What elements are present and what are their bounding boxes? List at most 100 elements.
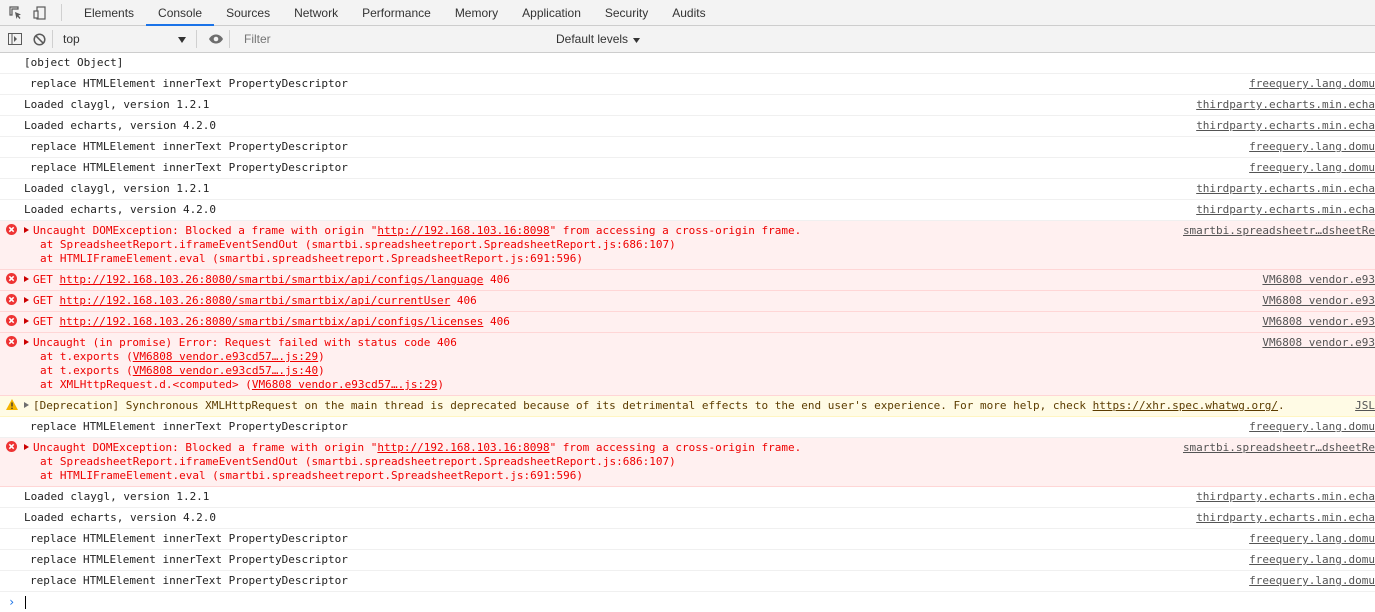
error-icon [6,224,18,236]
tab-sources[interactable]: Sources [214,0,282,25]
context-selector-value: top [63,32,80,46]
expand-triangle-icon[interactable] [24,318,29,324]
stack-trace-line: at t.exports (VM6808 vendor.e93cd57….js:… [40,350,325,363]
message-source-link[interactable]: VM6808 vendor.e93 [1262,294,1375,308]
console-link[interactable]: VM6808 vendor.e93cd57….js:29 [133,350,318,363]
console-link[interactable]: http://192.168.103.26:8080/smartbi/smart… [60,273,484,286]
expand-triangle-icon[interactable] [24,444,29,450]
expand-triangle-icon[interactable] [24,227,29,233]
filter-input[interactable] [238,29,550,49]
message-text: [object Object] [24,56,124,69]
stack-trace-line: at t.exports (VM6808 vendor.e93cd57….js:… [40,364,325,377]
console-message-log: replace HTMLElement innerText PropertyDe… [0,137,1375,158]
message-text: replace HTMLElement innerText PropertyDe… [30,161,348,174]
console-link[interactable]: http://192.168.103.16:8098 [377,441,549,454]
message-text: Uncaught DOMException: Blocked a frame w… [24,441,1375,455]
message-source-link[interactable]: freequery.lang.domu [1249,161,1375,175]
console-message-log: Loaded claygl, version 1.2.1 thirdparty.e… [0,487,1375,508]
console-message-log: replace HTMLElement innerText PropertyDe… [0,550,1375,571]
live-expression-eye-icon[interactable] [207,30,225,48]
console-prompt[interactable]: › [0,592,1375,612]
error-icon [6,336,18,348]
stack-trace-line: at SpreadsheetReport.iframeEventSendOut … [40,238,676,251]
message-source-link[interactable]: thirdparty.echarts.min.echa [1196,203,1375,217]
console-link[interactable]: VM6808 vendor.e93cd57….js:29 [252,378,437,391]
tab-bar-icons [0,0,55,25]
console-link[interactable]: https://xhr.spec.whatwg.org/ [1093,399,1278,412]
expand-triangle-icon[interactable] [24,297,29,303]
context-selector[interactable]: top [57,32,192,46]
tab-list: Elements Console Sources Network Performance… [72,0,718,26]
clear-console-icon[interactable] [30,30,48,48]
message-source-link[interactable]: thirdparty.echarts.min.echa [1196,182,1375,196]
tab-application[interactable]: Application [510,0,593,25]
device-toolbar-icon[interactable] [31,4,49,22]
message-source-link[interactable]: thirdparty.echarts.min.echa [1196,511,1375,525]
message-text: Loaded claygl, version 1.2.1 [24,98,210,111]
tab-bar-separator [61,4,62,21]
message-text: Uncaught DOMException: Blocked a frame w… [24,224,1375,238]
show-sidebar-icon[interactable] [6,30,24,48]
console-message-log: replace HTMLElement innerText PropertyDe… [0,74,1375,95]
message-text: Uncaught (in promise) Error: Request fai… [24,336,1375,350]
toolbar-separator [196,30,197,48]
console-link[interactable]: http://192.168.103.26:8080/smartbi/smart… [60,315,484,328]
tab-network[interactable]: Network [282,0,350,25]
log-levels-label: Default levels [556,32,629,46]
console-message-log: Loaded claygl, version 1.2.1 thirdparty.e… [0,179,1375,200]
console-link[interactable]: VM6808 vendor.e93cd57….js:40 [133,364,318,377]
tab-elements[interactable]: Elements [72,0,146,25]
tab-audits[interactable]: Audits [660,0,717,25]
message-source-link[interactable]: smartbi.spreadsheetr…dsheetRe [1183,441,1375,455]
inspect-element-icon[interactable] [7,4,25,22]
message-source-link[interactable]: VM6808 vendor.e93 [1262,336,1375,350]
stack-trace-line: at HTMLIFrameElement.eval (smartbi.sprea… [40,252,584,265]
console-link[interactable]: http://192.168.103.16:8098 [377,224,549,237]
message-source-link[interactable]: thirdparty.echarts.min.echa [1196,119,1375,133]
message-source-link[interactable]: thirdparty.echarts.min.echa [1196,490,1375,504]
message-source-link[interactable]: freequery.lang.domu [1249,532,1375,546]
message-source-link[interactable]: freequery.lang.domu [1249,420,1375,434]
error-icon [6,294,18,306]
tab-memory[interactable]: Memory [443,0,510,25]
console-message-log: replace HTMLElement innerText PropertyDe… [0,417,1375,438]
message-source-link[interactable]: freequery.lang.domu [1249,553,1375,567]
console-message-log: Loaded echarts, version 4.2.0 thirdparty.… [0,116,1375,137]
console-message-log: [object Object] [0,53,1375,74]
tab-console[interactable]: Console [146,0,215,26]
message-source-link[interactable]: freequery.lang.domu [1249,574,1375,588]
message-text: Loaded claygl, version 1.2.1 [24,490,210,503]
console-toolbar: top Default levels [0,26,1375,53]
console-link[interactable]: http://192.168.103.26:8080/smartbi/smart… [60,294,451,307]
message-text: replace HTMLElement innerText PropertyDe… [30,140,348,153]
expand-triangle-icon[interactable] [24,276,29,282]
message-text: replace HTMLElement innerText PropertyDe… [30,532,348,545]
tab-security[interactable]: Security [593,0,660,25]
log-levels-dropdown[interactable]: Default levels [556,32,641,46]
stack-trace-line: at SpreadsheetReport.iframeEventSendOut … [40,455,676,468]
console-message-error: GET http://192.168.103.26:8080/smartbi/s… [0,312,1375,333]
console-message-error: GET http://192.168.103.26:8080/smartbi/s… [0,270,1375,291]
toolbar-separator [229,30,230,48]
message-source-link[interactable]: VM6808 vendor.e93 [1262,273,1375,287]
stack-trace-line: at HTMLIFrameElement.eval (smartbi.sprea… [40,469,584,482]
message-source-link[interactable]: smartbi.spreadsheetr…dsheetRe [1183,224,1375,238]
message-source-link[interactable]: JSL [1355,399,1375,413]
message-source-link[interactable]: thirdparty.echarts.min.echa [1196,98,1375,112]
expand-triangle-icon[interactable] [24,402,29,408]
message-source-link[interactable]: VM6808 vendor.e93 [1262,315,1375,329]
message-text: replace HTMLElement innerText PropertyDe… [30,553,348,566]
message-text: replace HTMLElement innerText PropertyDe… [30,420,348,433]
message-text: GET http://192.168.103.26:8080/smartbi/s… [24,294,1375,308]
message-text: GET http://192.168.103.26:8080/smartbi/s… [24,273,1375,287]
console-message-log: Loaded echarts, version 4.2.0 thirdparty.… [0,200,1375,221]
expand-triangle-icon[interactable] [24,339,29,345]
error-icon [6,273,18,285]
message-source-link[interactable]: freequery.lang.domu [1249,140,1375,154]
message-source-link[interactable]: freequery.lang.domu [1249,77,1375,91]
message-text: replace HTMLElement innerText PropertyDe… [30,574,348,587]
tab-performance[interactable]: Performance [350,0,443,25]
console-message-log: replace HTMLElement innerText PropertyDe… [0,571,1375,592]
message-text: GET http://192.168.103.26:8080/smartbi/s… [24,315,1375,329]
console-message-log: replace HTMLElement innerText PropertyDe… [0,158,1375,179]
